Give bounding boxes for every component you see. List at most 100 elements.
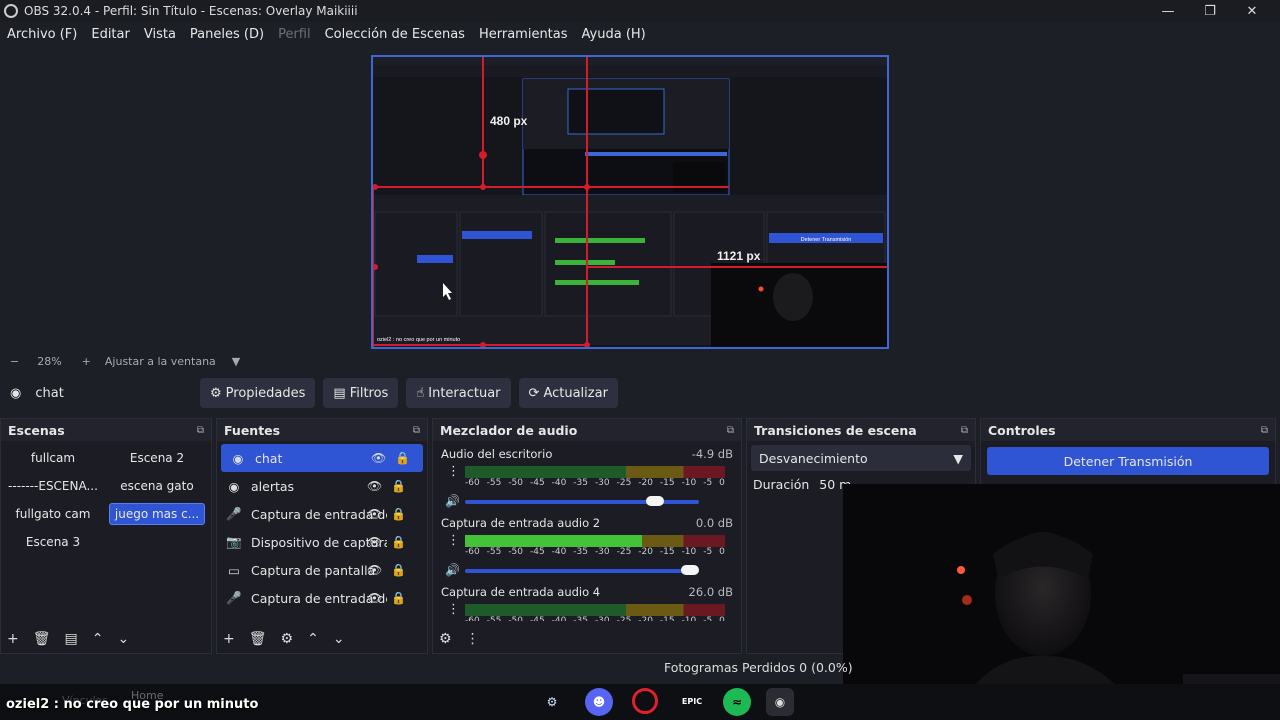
menu-perfil[interactable]: Perfil [271, 27, 318, 42]
scale-tick: -10 [681, 478, 697, 488]
mixer-title: Mezclador de audio [440, 422, 578, 438]
zoom-in-button[interactable]: + [82, 355, 91, 368]
restore-icon[interactable]: ❐ [1188, 0, 1232, 22]
transition-select[interactable]: Desvanecimiento ▼ [751, 445, 971, 471]
opera-icon[interactable] [632, 688, 658, 714]
volume-knob[interactable] [681, 565, 699, 575]
menu-editar[interactable]: Editar [84, 27, 137, 42]
source-row-active[interactable]: ◉ chat 👁 🔒 [221, 444, 423, 472]
scale-tick: -40 [551, 616, 567, 621]
scene-item[interactable]: -------ESCENA... [5, 475, 101, 497]
lock-icon[interactable]: 🔒 [391, 591, 406, 605]
undock-icon[interactable]: ⧉ [1261, 425, 1268, 436]
menu-paneles[interactable]: Paneles (D) [183, 27, 271, 42]
trash-icon[interactable]: 🗑 [33, 631, 51, 647]
zoom-out-button[interactable]: − [10, 355, 19, 368]
scene-item[interactable]: Escena 2 [109, 447, 205, 469]
source-row[interactable]: ◉ alertas 👁 🔒 [217, 472, 427, 500]
lock-icon[interactable]: 🔒 [391, 507, 406, 521]
eye-icon[interactable]: 👁 [371, 451, 386, 465]
move-up-icon[interactable]: ⌃ [307, 631, 319, 647]
scale-tick: -60 [465, 478, 480, 488]
volume-slider[interactable] [465, 500, 699, 504]
scene-item[interactable]: Escena 3 [5, 531, 101, 553]
eye-icon[interactable]: 👁 [367, 507, 382, 521]
trash-icon[interactable]: 🗑 [249, 631, 267, 647]
channel-db: 0.0 dB [695, 516, 733, 530]
scene-item[interactable]: fullgato cam [5, 503, 101, 525]
fit-dropdown-icon[interactable]: ▼ [232, 355, 240, 368]
speaker-icon[interactable]: 🔊 [445, 494, 460, 508]
mixer-menu-icon[interactable]: ⋮ [466, 631, 480, 647]
menu-archivo[interactable]: Archivo (F) [0, 27, 84, 42]
source-row[interactable]: 🎤Captura de entrada de audio👁🔒 [217, 584, 427, 612]
undock-icon[interactable]: ⧉ [727, 425, 734, 436]
camera-icon: 📷 [226, 534, 242, 549]
scale-tick: -15 [659, 478, 675, 488]
move-up-icon[interactable]: ⌃ [92, 631, 104, 647]
window-title: OBS 32.0.4 - Perfil: Sin Título - Escena… [24, 4, 358, 18]
undock-icon[interactable]: ⧉ [197, 425, 204, 436]
channel-menu-icon[interactable]: ⋮ [447, 602, 460, 617]
browser-icon: ◉ [232, 450, 244, 466]
undock-icon[interactable]: ⧉ [961, 425, 968, 436]
fit-to-window-label[interactable]: Ajustar a la ventana [105, 355, 216, 368]
speaker-icon[interactable]: 🔊 [445, 563, 460, 577]
menu-herramientas[interactable]: Herramientas [472, 27, 575, 42]
filters-button[interactable]: ▤ Filtros [323, 378, 399, 408]
steam-icon[interactable]: ⚙ [538, 688, 566, 716]
volume-row: 🔊 [441, 563, 733, 579]
eye-icon[interactable]: 👁 [367, 591, 382, 605]
close-icon[interactable]: ✕ [1230, 0, 1274, 22]
lock-icon[interactable]: 🔒 [391, 563, 406, 577]
spotify-icon[interactable]: ≈ [723, 688, 751, 716]
scene-item[interactable]: fullcam [5, 447, 101, 469]
advanced-audio-gear-icon[interactable]: ⚙ [439, 631, 452, 647]
add-icon[interactable]: + [7, 631, 19, 647]
discord-icon[interactable]: ☻ [585, 688, 613, 716]
scale-tick: -35 [573, 547, 588, 557]
source-row[interactable]: 📷 Dispositivo de captura 👁 🔒 [217, 528, 427, 556]
eye-icon[interactable]: 👁 [367, 535, 382, 549]
lock-icon[interactable]: 🔒 [391, 479, 406, 493]
eye-icon[interactable]: 👁 [367, 563, 382, 577]
scale-tick: -15 [659, 616, 675, 621]
add-icon[interactable]: + [223, 631, 235, 647]
globe-icon: ◉ [10, 385, 22, 401]
lock-icon[interactable]: 🔒 [391, 535, 406, 549]
scale-tick: -40 [551, 547, 567, 557]
chat-user: oziel2 [6, 697, 50, 712]
move-down-icon[interactable]: ⌄ [333, 631, 345, 647]
volume-knob[interactable] [645, 496, 664, 506]
sources-list: ◉ chat 👁 🔒 ◉ alertas 👁 🔒 🎤 Captura de entrada d… [217, 441, 427, 612]
source-row[interactable]: ▭ Captura de pantalla 👁 🔒 [217, 556, 427, 584]
lock-icon[interactable]: 🔒 [395, 451, 410, 465]
source-row[interactable]: 🎤Captura de entrada de audio👁🔒 [217, 500, 427, 528]
scenes-list: fullcam Escena 2 -------ESCENA... escena… [1, 441, 211, 559]
undock-icon[interactable]: ⧉ [413, 425, 420, 436]
scene-item-active[interactable]: juego mas c... [109, 503, 205, 525]
volume-slider[interactable] [465, 569, 699, 573]
scale-tick: 0 [719, 547, 725, 557]
channel-name: Captura de entrada audio 4 [441, 585, 601, 599]
channel-menu-icon[interactable]: ⋮ [447, 464, 460, 479]
menu-ayuda[interactable]: Ayuda (H) [575, 27, 653, 42]
interact-button[interactable]: ☝ Interactuar [406, 378, 511, 408]
epic-games-icon[interactable]: EPIC [678, 688, 706, 716]
gear-icon[interactable]: ⚙ [281, 631, 294, 647]
menu-vista[interactable]: Vista [137, 27, 183, 42]
eye-icon[interactable]: 👁 [367, 479, 382, 493]
scene-item[interactable]: escena gato [109, 475, 205, 497]
scale-tick: -25 [616, 478, 632, 488]
channel-menu-icon[interactable]: ⋮ [447, 533, 460, 548]
menu-coleccion-escenas[interactable]: Colección de Escenas [318, 27, 472, 42]
preview-canvas[interactable]: Detener Transmisión 480 px 1121 px oziel… [371, 55, 889, 349]
stop-stream-button[interactable]: Detener Transmisión [987, 447, 1269, 475]
properties-button[interactable]: ⚙ Propiedades [200, 378, 316, 408]
scene-filters-icon[interactable]: ▤ [65, 631, 78, 647]
scale-tick: -20 [638, 547, 653, 557]
refresh-button[interactable]: ⟳ Actualizar [518, 378, 618, 408]
obs-taskbar-icon[interactable]: ◉ [766, 688, 794, 716]
minimize-icon[interactable]: — [1146, 0, 1190, 22]
move-down-icon[interactable]: ⌄ [117, 631, 129, 647]
